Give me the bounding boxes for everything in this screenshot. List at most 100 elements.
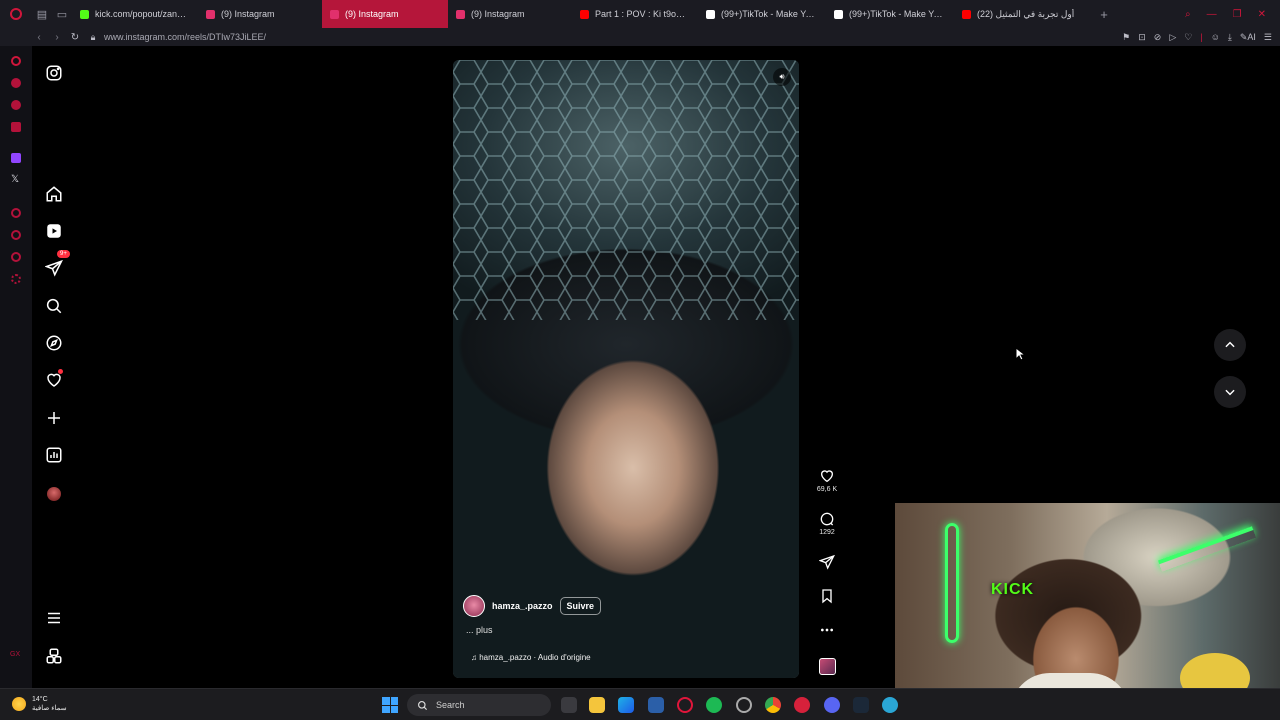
sidebar-history-icon[interactable]	[11, 230, 21, 240]
bookmark-icon	[822, 589, 832, 604]
close-icon[interactable]: ✕	[1258, 9, 1266, 20]
browser-tab[interactable]: (99+)TikTok - Make Your	[826, 0, 954, 28]
aria-ai-button[interactable]: ✎AI	[1240, 32, 1256, 43]
also-from-meta-icon[interactable]	[43, 645, 65, 667]
forward-icon[interactable]: ›	[48, 28, 66, 46]
easy-setup-icon[interactable]: ☰	[1264, 32, 1272, 43]
maximize-icon[interactable]: ❐	[1233, 9, 1242, 20]
share-button[interactable]	[812, 554, 842, 570]
like-button[interactable]: 69,6 K	[812, 468, 842, 493]
account-icon[interactable]: ☺	[1211, 32, 1220, 42]
youtube-icon	[962, 9, 971, 19]
kick-icon	[80, 9, 89, 19]
bookmark-page-icon[interactable]: ⚑	[1122, 32, 1130, 43]
dashboard-icon[interactable]	[43, 444, 65, 466]
steam-icon[interactable]	[853, 697, 869, 713]
instagram-logo-icon[interactable]	[43, 62, 65, 84]
reels-icon[interactable]	[43, 220, 65, 242]
sidebar-settings-icon[interactable]	[11, 274, 21, 284]
search-tabs-icon[interactable]: ⌕	[1185, 9, 1191, 20]
opera-gx-taskbar-icon[interactable]	[677, 697, 693, 713]
browser-tab[interactable]: (22) أول تجربة في التمثيل	[954, 0, 1094, 28]
more-menu-icon[interactable]	[43, 607, 65, 629]
sidebar-player-icon[interactable]	[11, 208, 21, 218]
store-icon[interactable]	[648, 697, 664, 713]
screen: ▤ ▭ kick.com/popout/zanouni/ (9) Instagra…	[0, 0, 1280, 720]
sidebar-gx-icon[interactable]: GX	[10, 651, 20, 658]
create-icon[interactable]	[43, 407, 65, 429]
app-icon-blue[interactable]	[882, 697, 898, 713]
sidebar-music-icon[interactable]	[11, 122, 21, 132]
taskbar-search[interactable]: Search	[407, 694, 551, 716]
spotify-icon[interactable]	[706, 697, 722, 713]
opera-sidebar: 𝕏 GX	[0, 46, 32, 688]
profile-avatar[interactable]	[43, 483, 65, 505]
search-icon	[418, 700, 428, 710]
lock-icon[interactable]: 🔒︎	[84, 32, 102, 43]
previous-reel-button[interactable]	[1214, 329, 1246, 361]
reel-video[interactable]: 🔊︎ hamza_.pazzo Suivre ... plus ♫ hamza_…	[453, 60, 799, 678]
comment-icon	[820, 512, 834, 526]
home-icon[interactable]	[43, 183, 65, 205]
author-username[interactable]: hamza_.pazzo	[492, 601, 553, 611]
browser-tab[interactable]: (9) Instagram	[448, 0, 572, 28]
sidebar-x-icon[interactable]: 𝕏	[11, 174, 19, 185]
messages-badge: 9+	[57, 250, 70, 258]
browser-tab[interactable]: (99+)TikTok - Make Your	[698, 0, 826, 28]
copilot-icon[interactable]	[618, 697, 634, 713]
next-reel-button[interactable]	[1214, 376, 1246, 408]
comment-button[interactable]: 1292	[812, 511, 842, 536]
address-tools: ⚑ ⊡ ⊘ ▷ ♡ | ☺ ⤓ ✎AI ☰	[1122, 28, 1272, 46]
sidebar-twitch-icon[interactable]	[11, 153, 21, 163]
favorite-icon[interactable]: ♡	[1184, 32, 1192, 43]
app-icon-red[interactable]	[794, 697, 810, 713]
back-icon[interactable]: ‹	[30, 28, 48, 46]
sidebar-pinboard-icon[interactable]	[11, 252, 21, 262]
send-icon	[819, 554, 835, 570]
instagram-icon	[330, 9, 339, 19]
reload-icon[interactable]: ↻	[66, 28, 84, 46]
task-view-icon[interactable]	[561, 697, 577, 713]
reel-audio[interactable]: ♫ hamza_.pazzo · Audio d'origine	[471, 653, 783, 662]
url-field[interactable]: www.instagram.com/reels/DTIw73JiLEE/	[104, 32, 266, 42]
player-icon[interactable]: ▷	[1169, 32, 1176, 43]
tab-menu-icon[interactable]: ▭	[52, 0, 72, 28]
browser-tab[interactable]: kick.com/popout/zanouni/	[72, 0, 198, 28]
new-tab-button[interactable]: +	[1094, 0, 1114, 28]
start-icon[interactable]	[382, 697, 398, 713]
taskbar-search-label: Search	[436, 700, 465, 710]
reel-author-row: hamza_.pazzo Suivre	[463, 595, 783, 617]
obs-icon[interactable]	[736, 697, 752, 713]
adblock-icon[interactable]: ⊘	[1154, 32, 1162, 43]
save-button[interactable]	[812, 588, 842, 604]
sidebar-store-icon[interactable]	[11, 78, 21, 88]
notification-dot	[58, 369, 63, 374]
reel-caption[interactable]: ... plus	[466, 625, 783, 635]
audio-toggle-icon[interactable]: 🔊︎	[773, 68, 791, 86]
discord-icon[interactable]	[824, 697, 840, 713]
notifications-icon[interactable]	[43, 369, 65, 391]
opera-logo-icon[interactable]	[0, 0, 32, 28]
more-options-button[interactable]	[812, 622, 842, 638]
browser-tab[interactable]: (9) Instagram	[198, 0, 322, 28]
mouse-cursor-icon	[1015, 347, 1025, 361]
workspaces-icon[interactable]: ▤	[32, 0, 52, 28]
chrome-icon[interactable]	[765, 697, 781, 713]
audio-thumbnail[interactable]	[812, 658, 842, 675]
search-icon[interactable]	[43, 295, 65, 317]
browser-tab[interactable]: (9) Instagram	[322, 0, 448, 28]
minimize-icon[interactable]: —	[1207, 9, 1217, 20]
sidebar-messenger-icon[interactable]	[11, 100, 21, 110]
author-avatar[interactable]	[463, 595, 485, 617]
browser-tab[interactable]: Part 1 : POV : Ki t9oul I om	[572, 0, 698, 28]
file-explorer-icon[interactable]	[589, 697, 605, 713]
download-icon[interactable]: ⤓	[1228, 32, 1232, 43]
messages-icon[interactable]: 9+	[43, 250, 70, 279]
snapshot-icon[interactable]: ⊡	[1138, 32, 1146, 43]
sidebar-aria-icon[interactable]	[11, 56, 21, 66]
youtube-icon	[580, 9, 589, 19]
weather-widget[interactable]: 14°C سماء صافية	[12, 695, 67, 713]
follow-button[interactable]: Suivre	[559, 597, 602, 615]
explore-icon[interactable]	[43, 332, 65, 354]
browser-tab-bar: ▤ ▭ kick.com/popout/zanouni/ (9) Instagra…	[0, 0, 1280, 28]
